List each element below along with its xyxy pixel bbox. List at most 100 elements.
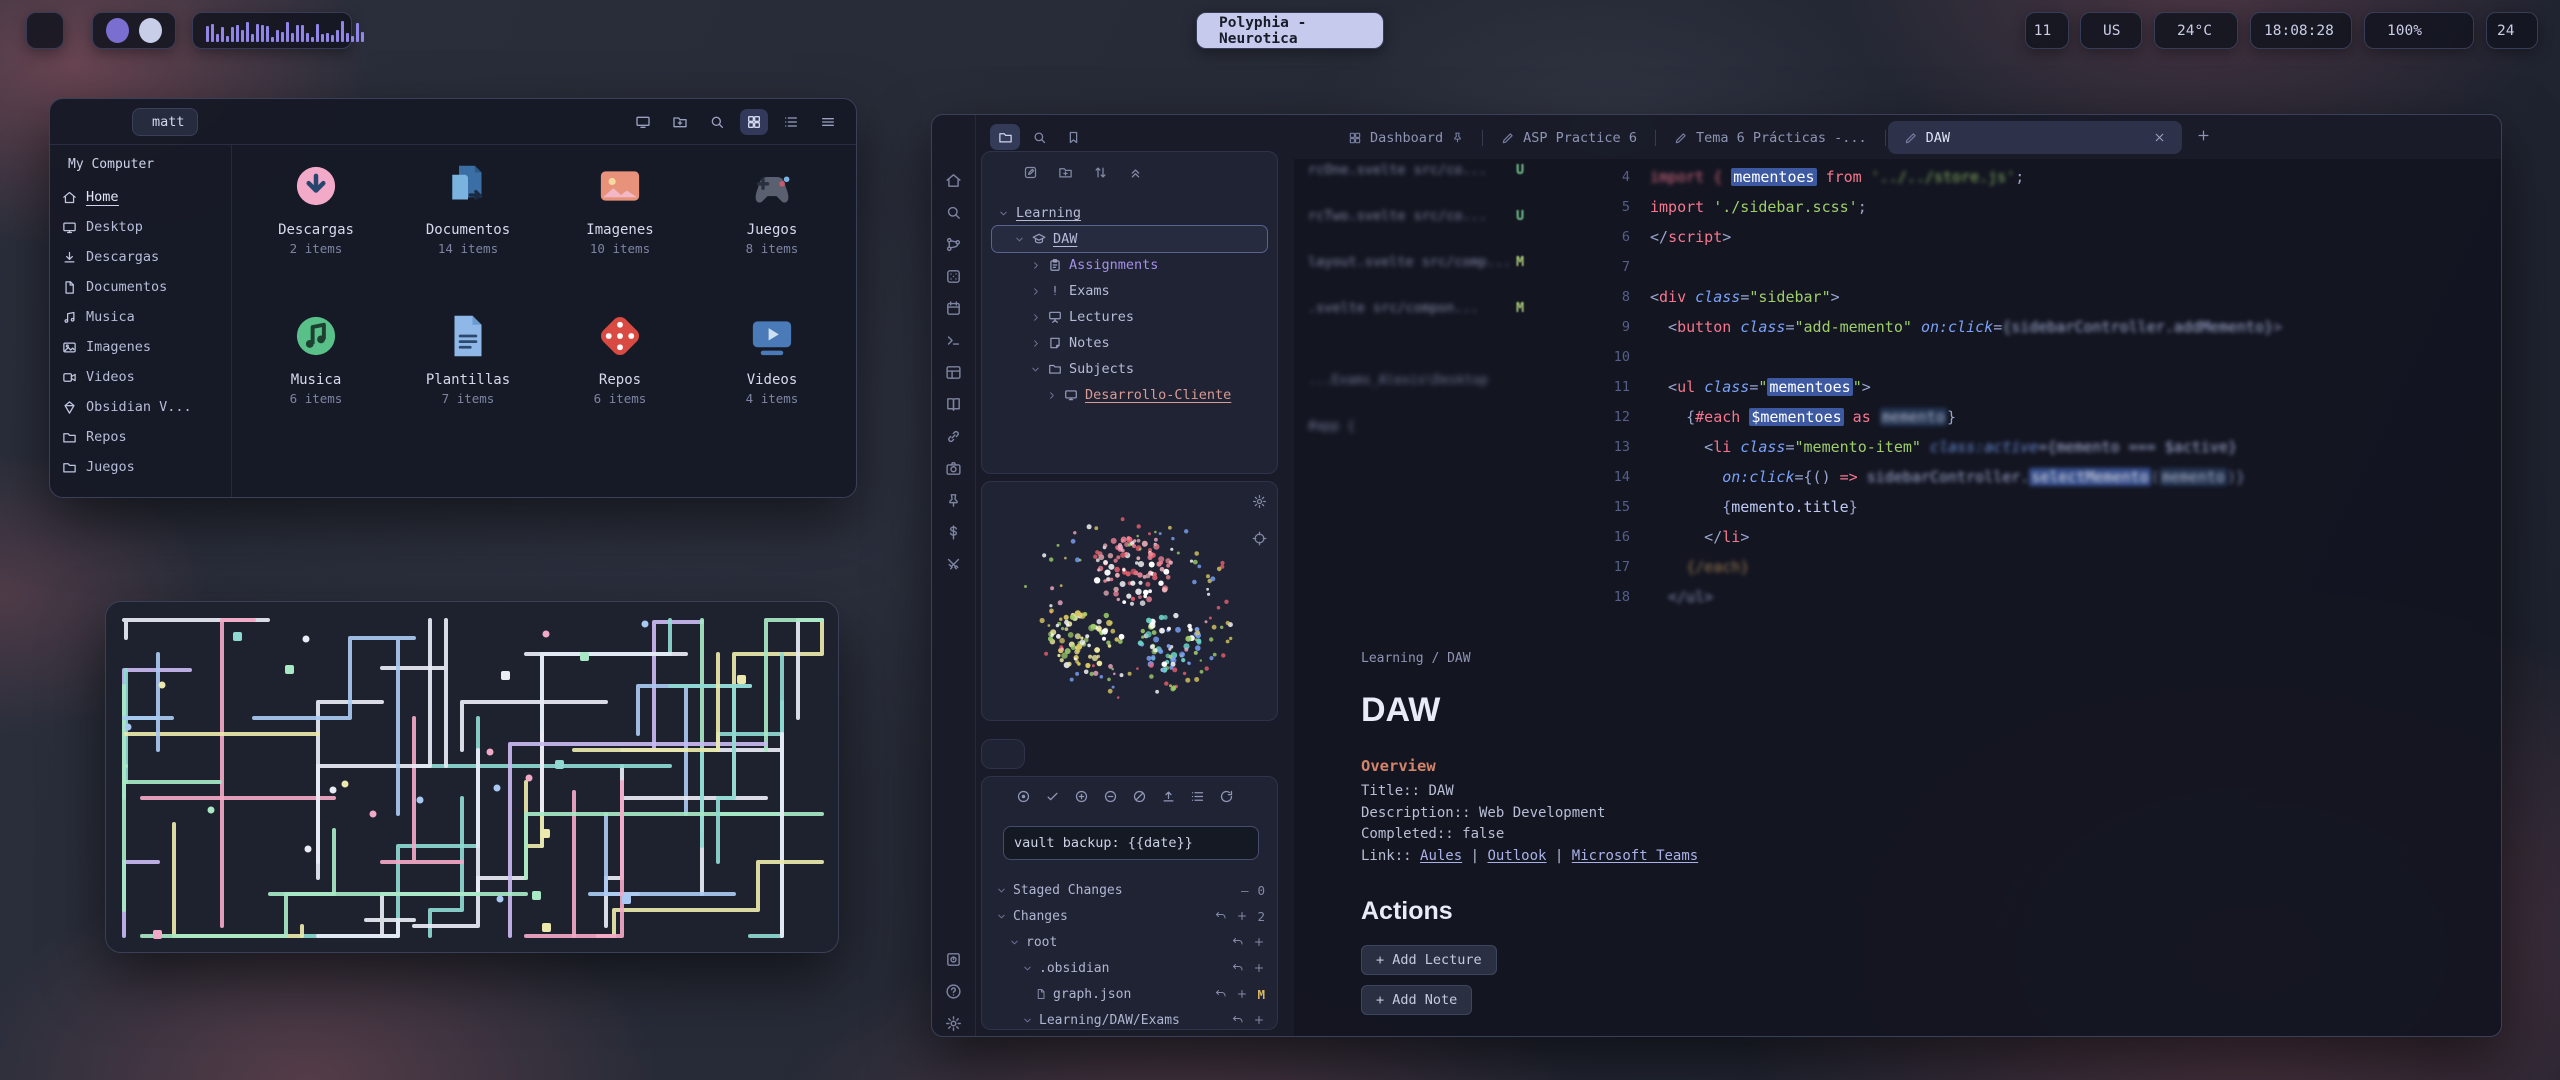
folder-videos[interactable]: Videos4 items — [696, 301, 848, 451]
weather-widget[interactable]: 24°C — [2154, 12, 2238, 49]
sidebar-header[interactable]: My Computer — [62, 157, 231, 172]
workspace-widget[interactable]: 11 — [2025, 12, 2069, 49]
button-add-lecture[interactable]: + Add Lecture — [1361, 945, 1497, 975]
sidebar-item-obsidian-v[interactable]: Obsidian V... — [62, 392, 231, 422]
tab-tema-6-pr-cticas[interactable]: Tema 6 Prácticas -... — [1658, 121, 1883, 154]
list-view-button[interactable] — [777, 109, 805, 135]
close-icon[interactable] — [2153, 131, 2166, 144]
discard-icon[interactable] — [1215, 910, 1227, 922]
git-list-button[interactable] — [1190, 789, 1205, 808]
ribbon-git-icon[interactable] — [945, 236, 962, 257]
ribbon-vault-icon[interactable] — [945, 951, 962, 972]
stage-icon[interactable] — [1236, 988, 1248, 1000]
tree-item-notes[interactable]: Notes — [992, 330, 1267, 356]
stage-icon[interactable] — [1253, 1014, 1265, 1026]
sidebar-item-repos[interactable]: Repos — [62, 422, 231, 452]
back-button[interactable] — [64, 109, 90, 135]
sidebar-item-descargas[interactable]: Descargas — [62, 242, 231, 272]
button-add-note[interactable]: + Add Note — [1361, 985, 1472, 1015]
folder-plus-view-button[interactable] — [666, 109, 694, 135]
ribbon-camera-icon[interactable] — [945, 460, 962, 481]
panel-tab-search[interactable] — [1024, 124, 1054, 150]
breadcrumb[interactable]: matt — [132, 108, 198, 136]
folder-imagenes[interactable]: Imagenes10 items — [544, 151, 696, 301]
ribbon-layout-icon[interactable] — [945, 364, 962, 385]
folder-documentos[interactable]: Documentos14 items — [392, 151, 544, 301]
tree-item-assignments[interactable]: Assignments — [992, 252, 1267, 278]
tree-item-subjects[interactable]: Subjects — [992, 356, 1267, 382]
stage-icon[interactable] — [1253, 936, 1265, 948]
music-widget[interactable]: Polyphia - Neurotica — [1196, 12, 1384, 49]
folder-plantillas[interactable]: Plantillas7 items — [392, 301, 544, 451]
sidebar-item-imagenes[interactable]: Imagenes — [62, 332, 231, 362]
folder-repos[interactable]: Repos6 items — [544, 301, 696, 451]
grid-view-button[interactable] — [740, 109, 768, 135]
note-link-outlook[interactable]: Outlook — [1487, 848, 1546, 864]
ribbon-pin-icon[interactable] — [945, 492, 962, 513]
stage-icon[interactable] — [1236, 910, 1248, 922]
discard-icon[interactable] — [1232, 962, 1244, 974]
git-minus-circle-button[interactable] — [1103, 789, 1118, 808]
display-view-button[interactable] — [629, 109, 657, 135]
git-row-graph-json[interactable]: graph.jsonM — [982, 981, 1277, 1007]
tab-daw[interactable]: DAW — [1888, 121, 2182, 154]
forward-button[interactable] — [98, 109, 124, 135]
git-check-button[interactable] — [1045, 789, 1060, 808]
discard-icon[interactable] — [1215, 988, 1227, 1000]
ribbon-home-icon[interactable] — [945, 172, 962, 193]
search-view-button[interactable] — [703, 109, 731, 135]
menu-view-button[interactable] — [814, 109, 842, 135]
git-upload-button[interactable] — [1161, 789, 1176, 808]
ribbon-book-icon[interactable] — [945, 396, 962, 417]
git-panel-tab[interactable] — [981, 739, 1025, 769]
tree-item-lectures[interactable]: Lectures — [992, 304, 1267, 330]
tree-item-learning[interactable]: Learning — [992, 200, 1267, 226]
ribbon-gear-icon[interactable] — [945, 1015, 962, 1036]
explorer-edit-box-button[interactable] — [1023, 165, 1038, 184]
git-circle-dot-button[interactable] — [1016, 789, 1031, 808]
panel-tab-folder[interactable] — [990, 124, 1020, 150]
volume-widget[interactable]: 100% — [2364, 12, 2474, 49]
note-link-microsoft-teams[interactable]: Microsoft Teams — [1572, 848, 1698, 864]
clock-widget[interactable]: 18:08:28 — [2250, 12, 2352, 49]
ribbon-dice-icon[interactable] — [945, 268, 962, 289]
git-row-root[interactable]: root — [982, 929, 1277, 955]
git-row-staged-changes[interactable]: Staged Changes—0 — [982, 877, 1277, 903]
folder-juegos[interactable]: Juegos8 items — [696, 151, 848, 301]
git-refresh-button[interactable] — [1219, 789, 1234, 808]
sidebar-item-videos[interactable]: Videos — [62, 362, 231, 392]
sidebar-item-desktop[interactable]: Desktop — [62, 212, 231, 242]
ribbon-dollar-icon[interactable] — [945, 524, 962, 545]
new-tab-button[interactable] — [2196, 128, 2211, 147]
git-row-changes[interactable]: Changes2 — [982, 903, 1277, 929]
notifications-widget[interactable]: 24 — [2486, 12, 2538, 49]
commit-message-input[interactable] — [1003, 826, 1259, 860]
graph-gear-button[interactable] — [1252, 494, 1267, 513]
discard-icon[interactable] — [1232, 1014, 1244, 1026]
note-link-aules[interactable]: Aules — [1420, 848, 1462, 864]
folder-musica[interactable]: Musica6 items — [240, 301, 392, 451]
tab-dashboard[interactable]: Dashboard — [1332, 121, 1480, 154]
sidebar-item-documentos[interactable]: Documentos — [62, 272, 231, 302]
tree-item-desarrollo-cliente[interactable]: Desarrollo-Cliente — [992, 382, 1267, 408]
git-row-obsidian[interactable]: .obsidian — [982, 955, 1277, 981]
sidebar-item-musica[interactable]: Musica — [62, 302, 231, 332]
sidebar-item-home[interactable]: Home — [62, 182, 231, 212]
ribbon-calendar-icon[interactable] — [945, 300, 962, 321]
explorer-collapse-button[interactable] — [1128, 165, 1143, 184]
tab-asp-practice-6[interactable]: ASP Practice 6 — [1485, 121, 1653, 154]
sidebar-item-juegos[interactable]: Juegos — [62, 452, 231, 482]
app-launcher-button[interactable] — [26, 12, 64, 49]
folder-descargas[interactable]: Descargas2 items — [240, 151, 392, 301]
ribbon-swords-icon[interactable] — [945, 556, 962, 577]
color-picker-button[interactable] — [106, 18, 129, 43]
discard-icon[interactable] — [1232, 936, 1244, 948]
explorer-folder-plus-button[interactable] — [1058, 165, 1073, 184]
graph-target-button[interactable] — [1252, 531, 1267, 550]
explorer-sort-button[interactable] — [1093, 165, 1108, 184]
graph-view[interactable] — [982, 482, 1278, 721]
tree-item-exams[interactable]: Exams — [992, 278, 1267, 304]
editor-pane[interactable]: rcOne.svelte src/co...UrcTwo.svelte src/… — [1294, 159, 2501, 1036]
git-row-learning-daw-exams[interactable]: Learning/DAW/Exams — [982, 1007, 1277, 1033]
notes-button[interactable] — [139, 18, 162, 43]
